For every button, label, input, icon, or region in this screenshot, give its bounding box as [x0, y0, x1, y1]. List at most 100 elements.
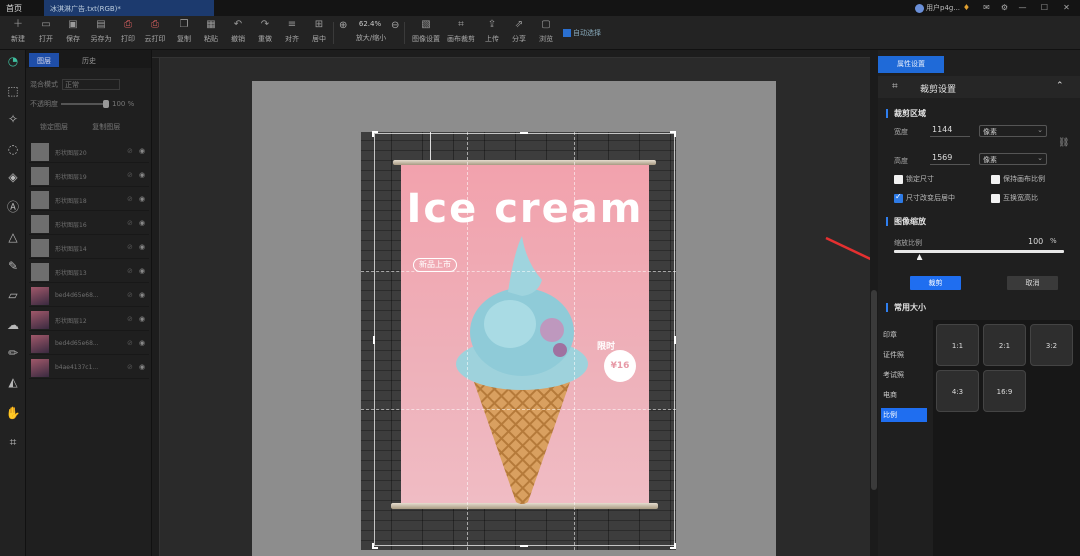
eye-icon[interactable]: ◉ — [139, 171, 145, 179]
width-input[interactable]: 1144 — [930, 125, 970, 137]
link-icon[interactable]: ⊘ — [127, 219, 133, 227]
lock-size-option[interactable]: 锁定尺寸 — [894, 174, 934, 184]
document-tab[interactable]: 冰淇淋广告.txt(RGB)* — [44, 0, 214, 16]
magic-wand-icon[interactable]: ✧ — [4, 110, 22, 128]
link-icon[interactable]: ⊘ — [127, 363, 133, 371]
link-icon[interactable]: ⊘ — [127, 267, 133, 275]
maximize-icon[interactable]: ☐ — [1040, 3, 1049, 12]
link-icon[interactable]: ⊘ — [127, 243, 133, 251]
canvas-scrollbar[interactable] — [870, 50, 878, 556]
text-tool-icon[interactable]: Ⓐ — [4, 198, 22, 216]
center-button[interactable]: ⊞ 居中 — [305, 19, 333, 44]
scale-slider[interactable] — [894, 250, 1064, 253]
size-category-item[interactable]: 考试照 — [881, 368, 927, 382]
cancel-button[interactable]: 取消 — [1007, 276, 1058, 290]
save-as-button[interactable]: ▤ 另存为 — [87, 19, 115, 44]
crop-frame[interactable] — [374, 133, 675, 546]
eye-icon[interactable]: ◉ — [139, 363, 145, 371]
ratio-button[interactable]: 3:2 — [1030, 324, 1073, 366]
link-icon[interactable]: ⊘ — [127, 171, 133, 179]
opacity-slider[interactable] — [61, 100, 109, 108]
image-settings-button[interactable]: ▧ 图像设置 — [411, 19, 441, 44]
copy-button[interactable]: ❐ 复制 — [170, 19, 198, 44]
size-category-item[interactable]: 电商 — [881, 388, 927, 402]
crop-settings-header[interactable]: ⌗ 裁剪设置 ⌃ — [878, 76, 1080, 98]
swap-aspect-option[interactable]: 互换宽高比 — [991, 193, 1038, 203]
eye-icon[interactable]: ◉ — [139, 195, 145, 203]
width-unit-select[interactable]: 像素 ⌄ — [979, 125, 1047, 137]
size-category-item[interactable]: 证件照 — [881, 348, 927, 362]
auto-select-toggle[interactable]: 自动选择 — [563, 28, 601, 38]
crop-handle-top-left[interactable] — [372, 131, 378, 137]
crop-handle-bottom[interactable] — [520, 545, 528, 547]
layer-row[interactable]: b4ae4137c1... ⊘ ◉ — [29, 357, 149, 379]
layer-row[interactable]: 形状图层18 ⊘ ◉ — [29, 189, 149, 211]
checkbox-keep-ratio[interactable] — [991, 174, 1000, 184]
eye-icon[interactable]: ◉ — [139, 267, 145, 275]
new-button[interactable]: ＋新建 — [4, 19, 32, 44]
mail-icon[interactable]: ✉ — [982, 3, 991, 12]
link-icon[interactable]: ⊘ — [127, 339, 133, 347]
undo-button[interactable]: ↶ 撤销 — [224, 19, 252, 44]
blend-mode-select[interactable]: 正常 — [62, 79, 120, 90]
crop-handle-bottom-left[interactable] — [372, 543, 378, 549]
fill-bucket-icon[interactable]: ◈ — [4, 168, 22, 186]
paste-button[interactable]: ▦ 粘贴 — [197, 19, 225, 44]
eye-icon[interactable]: ◉ — [139, 291, 145, 299]
crop-handle-right[interactable] — [674, 336, 676, 344]
pen-tool-icon[interactable]: △ — [4, 228, 22, 246]
layer-row[interactable]: 形状图层13 ⊘ ◉ — [29, 261, 149, 283]
close-icon[interactable]: ✕ — [1062, 3, 1071, 12]
eye-icon[interactable]: ◉ — [139, 339, 145, 347]
home-tab[interactable]: 首页 — [6, 3, 22, 14]
center-after-resize-option[interactable]: 尺寸改变后居中 — [894, 192, 955, 203]
height-unit-select[interactable]: 像素 ⌄ — [979, 153, 1047, 165]
eye-icon[interactable]: ◉ — [139, 315, 145, 323]
shape-tool-icon[interactable]: ◭ — [4, 373, 22, 391]
canvas-crop-button[interactable]: ⌗ 画布裁剪 — [446, 19, 476, 44]
pencil-icon[interactable]: ✏ — [4, 344, 22, 362]
hand-icon[interactable]: ✋ — [4, 404, 22, 422]
lasso-icon[interactable]: ◌ — [4, 140, 22, 158]
layer-row[interactable]: 形状图层20 ⊘ ◉ — [29, 141, 149, 163]
ratio-button[interactable]: 4:3 — [936, 370, 979, 412]
link-icon[interactable]: ⊘ — [127, 195, 133, 203]
layer-row[interactable]: 形状图层14 ⊘ ◉ — [29, 237, 149, 259]
layer-row[interactable]: 形状图层19 ⊘ ◉ — [29, 165, 149, 187]
checkbox-center-after-resize[interactable] — [894, 192, 903, 203]
share-button[interactable]: ⇗ 分享 — [505, 19, 533, 44]
cloud-print-button[interactable]: ⎙ 云打印 — [141, 19, 169, 44]
layer-row[interactable]: bed4d65e68... ⊘ ◉ — [29, 285, 149, 307]
browse-button[interactable]: ▢ 浏览 — [532, 19, 560, 44]
ratio-button[interactable]: 16:9 — [983, 370, 1026, 412]
tab-properties[interactable]: 属性设置 — [878, 56, 944, 73]
gear-icon[interactable]: ⚙ — [1000, 3, 1009, 12]
redo-button[interactable]: ↷ 重做 — [251, 19, 279, 44]
tab-history[interactable]: 历史 — [74, 53, 104, 67]
tab-layers[interactable]: 图层 — [29, 53, 59, 67]
scale-slider-handle[interactable] — [916, 254, 923, 260]
layer-row[interactable]: 形状图层16 ⊘ ◉ — [29, 213, 149, 235]
user-account[interactable]: 用户p4g... — [915, 3, 960, 13]
link-icon[interactable]: ⊘ — [127, 291, 133, 299]
open-button[interactable]: ▭ 打开 — [32, 19, 60, 44]
lock-layer-button[interactable]: 锁定图层 — [40, 123, 68, 131]
scale-value[interactable]: 100 — [1028, 237, 1043, 246]
move-tool-icon[interactable]: ◔ — [4, 52, 22, 70]
crop-handle-left[interactable] — [373, 336, 375, 344]
ratio-button[interactable]: 2:1 — [983, 324, 1026, 366]
eye-icon[interactable]: ◉ — [139, 147, 145, 155]
zoom-value[interactable]: 62.4% — [352, 20, 388, 30]
print-button[interactable]: ⎙ 打印 — [114, 19, 142, 44]
copy-layer-button[interactable]: 复制图层 — [92, 123, 120, 131]
minimize-icon[interactable]: — — [1018, 3, 1027, 12]
size-category-item[interactable]: 印章 — [881, 328, 927, 342]
chevron-up-icon[interactable]: ⌃ — [1056, 81, 1064, 91]
link-icon[interactable]: ⊘ — [127, 147, 133, 155]
link-ratio-icon[interactable]: ⛓ — [1058, 138, 1069, 148]
eraser-icon[interactable]: ▱ — [4, 286, 22, 304]
layer-row[interactable]: 形状图层12 ⊘ ◉ — [29, 309, 149, 331]
checkbox-lock-size[interactable] — [894, 174, 903, 184]
crop-handle-top[interactable] — [520, 132, 528, 134]
checkbox-swap-aspect[interactable] — [991, 193, 1000, 203]
